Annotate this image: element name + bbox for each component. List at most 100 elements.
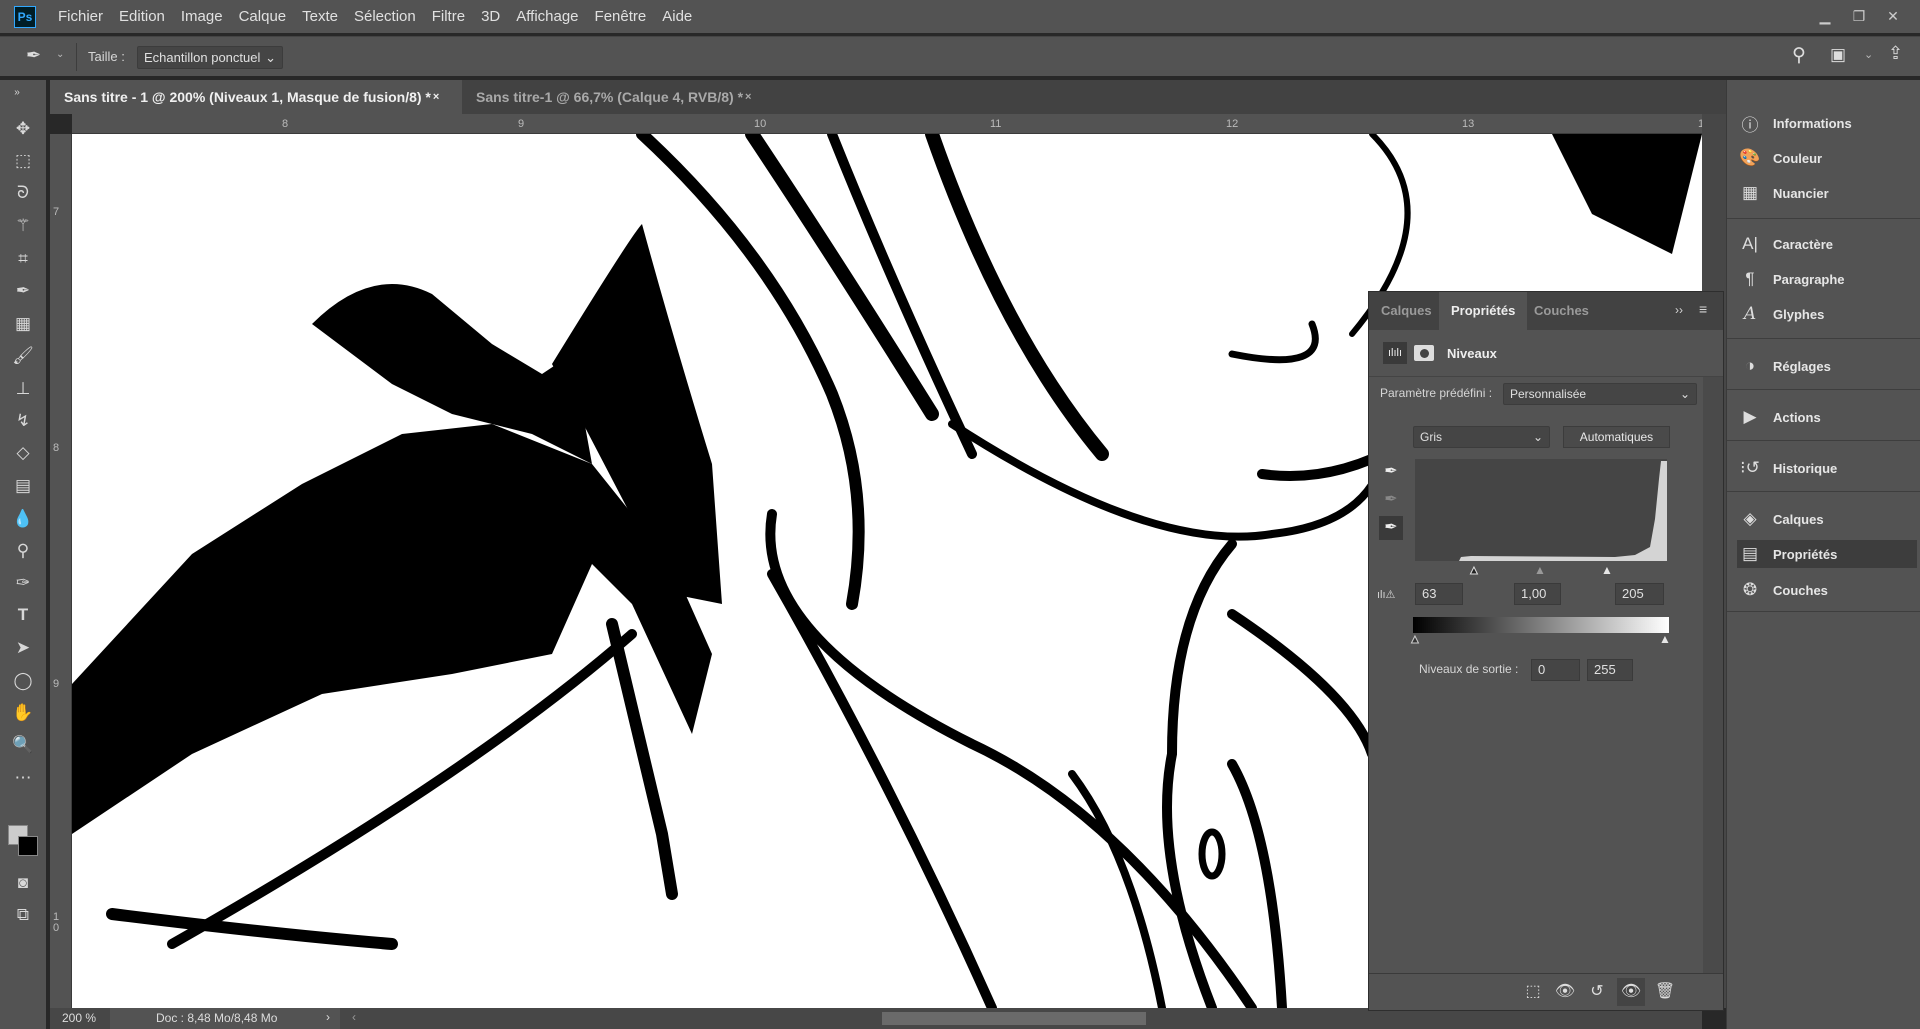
zoom-level[interactable]: 200 % <box>62 1011 96 1025</box>
chevron-down-icon[interactable]: ⌄ <box>56 49 64 60</box>
dock-nuancier[interactable]: ▦ Nuancier <box>1737 179 1917 207</box>
levels-icon[interactable]: ılılı <box>1383 342 1407 364</box>
view-previous-state-icon[interactable]: 👁 <box>1551 978 1579 1006</box>
dock-reglages[interactable]: ◑ Réglages <box>1737 352 1917 380</box>
menu-filtre[interactable]: Filtre <box>432 8 465 25</box>
menu-texte[interactable]: Texte <box>302 8 338 25</box>
brush-tool-icon[interactable]: 🖌 <box>10 343 36 369</box>
gamma-input-slider[interactable]: ▲ <box>1534 563 1546 577</box>
white-point-eyedropper-icon[interactable]: ✒ <box>1379 516 1403 540</box>
blur-tool-icon[interactable]: 💧 <box>10 506 36 532</box>
input-gamma-field[interactable]: 1,00 <box>1514 583 1561 605</box>
hand-tool-icon[interactable]: ✋ <box>10 700 36 726</box>
history-brush-icon[interactable]: ↯ <box>10 408 36 434</box>
dock-calques[interactable]: ◈ Calques <box>1737 505 1917 533</box>
output-white-field[interactable]: 255 <box>1587 659 1633 681</box>
tab-proprietes[interactable]: Propriétés <box>1439 292 1528 330</box>
screen-mode-icon[interactable]: ⧉ <box>10 902 36 928</box>
visibility-icon[interactable]: 👁 <box>1617 978 1645 1006</box>
healing-brush-icon[interactable]: ▦ <box>10 311 36 337</box>
collapse-panel-icon[interactable]: ›› <box>1675 303 1683 317</box>
marquee-tool-icon[interactable]: ⬚ <box>10 148 36 174</box>
mask-icon[interactable] <box>1414 345 1434 361</box>
restore-icon[interactable]: ❐ <box>1842 8 1876 25</box>
collapse-icon[interactable]: » <box>4 80 30 106</box>
workspace-icon[interactable]: ▣ <box>1830 45 1846 65</box>
clip-to-layer-icon[interactable]: ⬚ <box>1519 978 1547 1006</box>
menu-image[interactable]: Image <box>181 8 223 25</box>
eyedropper-tool-icon[interactable]: ✒ <box>10 278 36 304</box>
trash-icon[interactable]: 🗑 <box>1651 978 1679 1006</box>
background-color-swatch[interactable] <box>18 836 38 856</box>
dock-actions[interactable]: ▶ Actions <box>1737 403 1917 431</box>
close-icon[interactable]: ✕ <box>1876 8 1910 25</box>
size-dropdown[interactable]: Echantillon ponctuel ⌄ <box>137 46 283 69</box>
dock-informations[interactable]: ⓘ Informations <box>1737 109 1917 137</box>
menu-affichage[interactable]: Affichage <box>516 8 578 25</box>
crop-tool-icon[interactable]: ⌗ <box>10 246 36 272</box>
stamp-tool-icon[interactable]: ⊥ <box>10 376 36 402</box>
move-tool-icon[interactable]: ✥ <box>10 116 36 142</box>
panel-menu-icon[interactable]: ≡ <box>1699 301 1707 317</box>
magic-wand-icon[interactable]: ⚚ <box>10 213 36 239</box>
channel-dropdown[interactable]: Gris ⌄ <box>1413 426 1550 448</box>
reset-icon[interactable]: ↺ <box>1583 978 1611 1006</box>
scroll-left-icon[interactable]: ‹ <box>352 1010 356 1024</box>
panel-scrollbar[interactable] <box>1703 377 1723 973</box>
menu-edition[interactable]: Edition <box>119 8 165 25</box>
white-input-slider[interactable]: ▲ <box>1601 563 1613 577</box>
gray-point-eyedropper-icon[interactable]: ✒ <box>1379 488 1403 512</box>
dock-couleur[interactable]: 🎨 Couleur <box>1737 144 1917 172</box>
dock-historique[interactable]: ⁝↺ Historique <box>1737 454 1917 482</box>
black-input-slider[interactable]: ▲ <box>1468 563 1481 578</box>
zoom-tool-icon[interactable]: 🔍 <box>10 732 36 758</box>
tab-document-2[interactable]: Sans titre-1 @ 66,7% (Calque 4, RVB/8) *… <box>462 80 765 114</box>
menu-aide[interactable]: Aide <box>662 8 692 25</box>
black-point-eyedropper-icon[interactable]: ✒ <box>1379 460 1403 484</box>
horizontal-scrollbar-thumb[interactable] <box>882 1012 1146 1025</box>
gradient-tool-icon[interactable]: ▤ <box>10 473 36 499</box>
output-black-field[interactable]: 0 <box>1531 659 1580 681</box>
eyedropper-tool-icon[interactable]: ✒ <box>26 45 41 66</box>
menu-fenetre[interactable]: Fenêtre <box>595 8 647 25</box>
tab-calques[interactable]: Calques <box>1369 292 1444 330</box>
share-icon[interactable]: ⇪ <box>1888 43 1903 64</box>
close-icon[interactable]: × <box>433 91 439 103</box>
tab-couches[interactable]: Couches <box>1522 292 1601 330</box>
menu-calque[interactable]: Calque <box>239 8 287 25</box>
tab-label: Sans titre-1 @ 66,7% (Calque 4, RVB/8) * <box>476 89 744 105</box>
tab-document-1[interactable]: Sans titre - 1 @ 200% (Niveaux 1, Masque… <box>50 80 462 114</box>
panel-tabs: Calques Propriétés Couches ›› ≡ <box>1369 292 1723 330</box>
quick-mask-icon[interactable]: ◙ <box>10 870 36 896</box>
path-select-icon[interactable]: ➤ <box>10 635 36 661</box>
menu-fichier[interactable]: Fichier <box>58 8 103 25</box>
pen-tool-icon[interactable]: ✑ <box>10 570 36 596</box>
clipping-warning-icon[interactable]: ılı⚠ <box>1377 588 1395 601</box>
menu-3d[interactable]: 3D <box>481 8 500 25</box>
black-output-slider[interactable]: ▲ <box>1409 632 1422 647</box>
dock-proprietes[interactable]: ▤ Propriétés <box>1737 540 1917 568</box>
preset-dropdown[interactable]: Personnalisée ⌄ <box>1503 383 1697 405</box>
dock-caractere[interactable]: A| Caractère <box>1737 230 1917 258</box>
chevron-down-icon: ⌄ <box>1532 430 1543 444</box>
minimize-icon[interactable]: ▁ <box>1808 8 1842 25</box>
input-white-field[interactable]: 205 <box>1615 583 1664 605</box>
close-icon[interactable]: × <box>745 91 751 103</box>
auto-button[interactable]: Automatiques <box>1563 426 1670 448</box>
dodge-tool-icon[interactable]: ⚲ <box>10 538 36 564</box>
menu-selection[interactable]: Sélection <box>354 8 416 25</box>
lasso-tool-icon[interactable]: ᘐ <box>10 180 36 206</box>
white-output-slider[interactable]: ▲ <box>1659 632 1671 646</box>
eraser-tool-icon[interactable]: ◇ <box>10 440 36 466</box>
type-tool-icon[interactable]: T <box>10 602 36 628</box>
dock-paragraphe[interactable]: ¶ Paragraphe <box>1737 265 1917 293</box>
ellipse-tool-icon[interactable]: ◯ <box>10 668 36 694</box>
chevron-right-icon[interactable]: › <box>326 1010 330 1024</box>
dock-glyphes[interactable]: A Glyphes <box>1737 300 1917 328</box>
dock-label: Couleur <box>1773 150 1823 166</box>
input-black-field[interactable]: 63 <box>1415 583 1463 605</box>
dock-couches[interactable]: ❂ Couches <box>1737 576 1917 604</box>
more-tools-icon[interactable]: ⋯ <box>10 765 36 791</box>
search-icon[interactable]: ⚲ <box>1792 44 1806 67</box>
chevron-down-icon[interactable]: ⌄ <box>1864 48 1873 61</box>
